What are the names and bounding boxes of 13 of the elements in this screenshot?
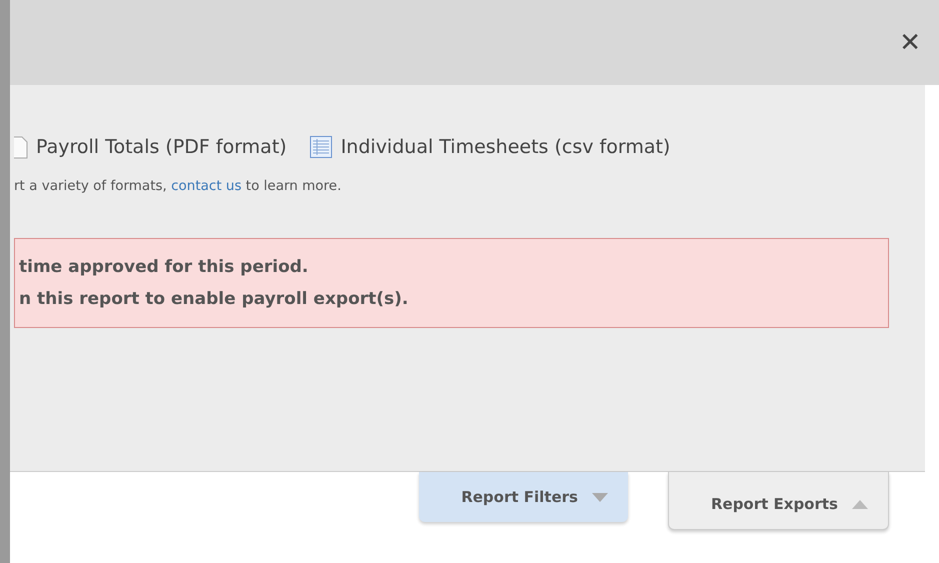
report-tab[interactable]: Report Exports xyxy=(668,472,889,530)
contact-link[interactable]: contact us xyxy=(171,178,242,194)
caret-down-icon xyxy=(592,492,608,502)
export-link[interactable]: Individual Timesheets (csv format) xyxy=(340,133,670,162)
export-link[interactable]: Payroll Totals (PDF format) xyxy=(36,133,287,162)
help-text: rt a variety of formats, contact us to learn more. xyxy=(14,176,342,196)
alert-message: n this report to enable payroll export(s). xyxy=(19,288,410,311)
spreadsheet-icon xyxy=(308,135,333,160)
close-button[interactable]: ✕ xyxy=(895,30,925,56)
report-tab[interactable]: Report Filters xyxy=(419,472,628,522)
document-icon xyxy=(14,135,28,160)
alert-message: time approved for this period. xyxy=(19,256,310,279)
caret-up-icon xyxy=(852,500,868,509)
